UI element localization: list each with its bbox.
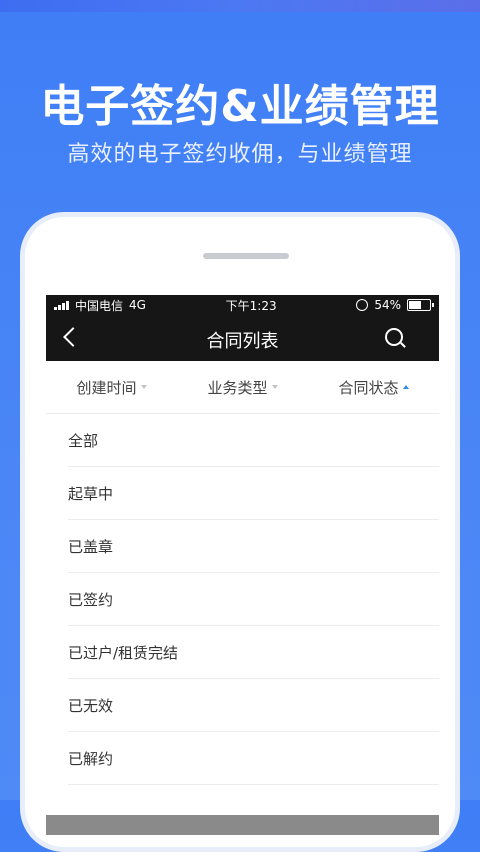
caret-down-icon bbox=[271, 385, 278, 389]
list-item-drafting[interactable]: 起草中 bbox=[68, 467, 439, 520]
status-option-list: 全部 起草中 已盖章 已签约 已过户/租赁完结 已无效 已解约 bbox=[46, 414, 439, 785]
network-text: 4G bbox=[129, 298, 146, 312]
signal-icon bbox=[54, 300, 69, 310]
filter-bar: 创建时间 业务类型 合同状态 bbox=[46, 361, 439, 414]
carrier-text: 中国电信 bbox=[75, 298, 124, 313]
caret-down-icon bbox=[140, 385, 147, 389]
promo-title: 电子签约&业绩管理 bbox=[40, 81, 440, 132]
top-accent-bar bbox=[0, 0, 480, 12]
list-item-terminated[interactable]: 已解约 bbox=[68, 732, 439, 785]
battery-percent: 54% bbox=[374, 298, 401, 312]
search-icon[interactable] bbox=[385, 328, 403, 346]
list-item-invalid[interactable]: 已无效 bbox=[68, 679, 439, 732]
status-bar: 中国电信 4G 下午1:23 54% bbox=[46, 295, 439, 315]
filter-created-time[interactable]: 创建时间 bbox=[76, 377, 147, 398]
filter-contract-status[interactable]: 合同状态 bbox=[338, 377, 409, 398]
filter-label: 创建时间 bbox=[76, 378, 137, 397]
status-time: 下午1:23 bbox=[225, 298, 277, 313]
list-item-all[interactable]: 全部 bbox=[68, 414, 439, 467]
list-item-stamped[interactable]: 已盖章 bbox=[68, 520, 439, 573]
list-item-transferred[interactable]: 已过户/租赁完结 bbox=[68, 626, 439, 679]
dim-overlay[interactable] bbox=[46, 815, 439, 835]
filter-business-type[interactable]: 业务类型 bbox=[207, 377, 278, 398]
phone-screen: 中国电信 4G 下午1:23 54% 合同列表 创建时间 业务类型 合同状态 全… bbox=[46, 295, 439, 835]
battery-icon bbox=[406, 299, 434, 311]
nav-bar: 合同列表 bbox=[46, 315, 439, 361]
list-item-signed[interactable]: 已签约 bbox=[68, 573, 439, 626]
page-title: 合同列表 bbox=[206, 331, 279, 352]
filter-label: 合同状态 bbox=[338, 378, 399, 397]
phone-speaker bbox=[203, 253, 289, 259]
alarm-icon bbox=[356, 299, 369, 311]
filter-label: 业务类型 bbox=[207, 378, 268, 397]
caret-up-icon bbox=[402, 385, 409, 389]
promo-subtitle: 高效的电子签约收佣，与业绩管理 bbox=[67, 142, 413, 167]
phone-frame: 中国电信 4G 下午1:23 54% 合同列表 创建时间 业务类型 合同状态 全… bbox=[20, 212, 460, 852]
